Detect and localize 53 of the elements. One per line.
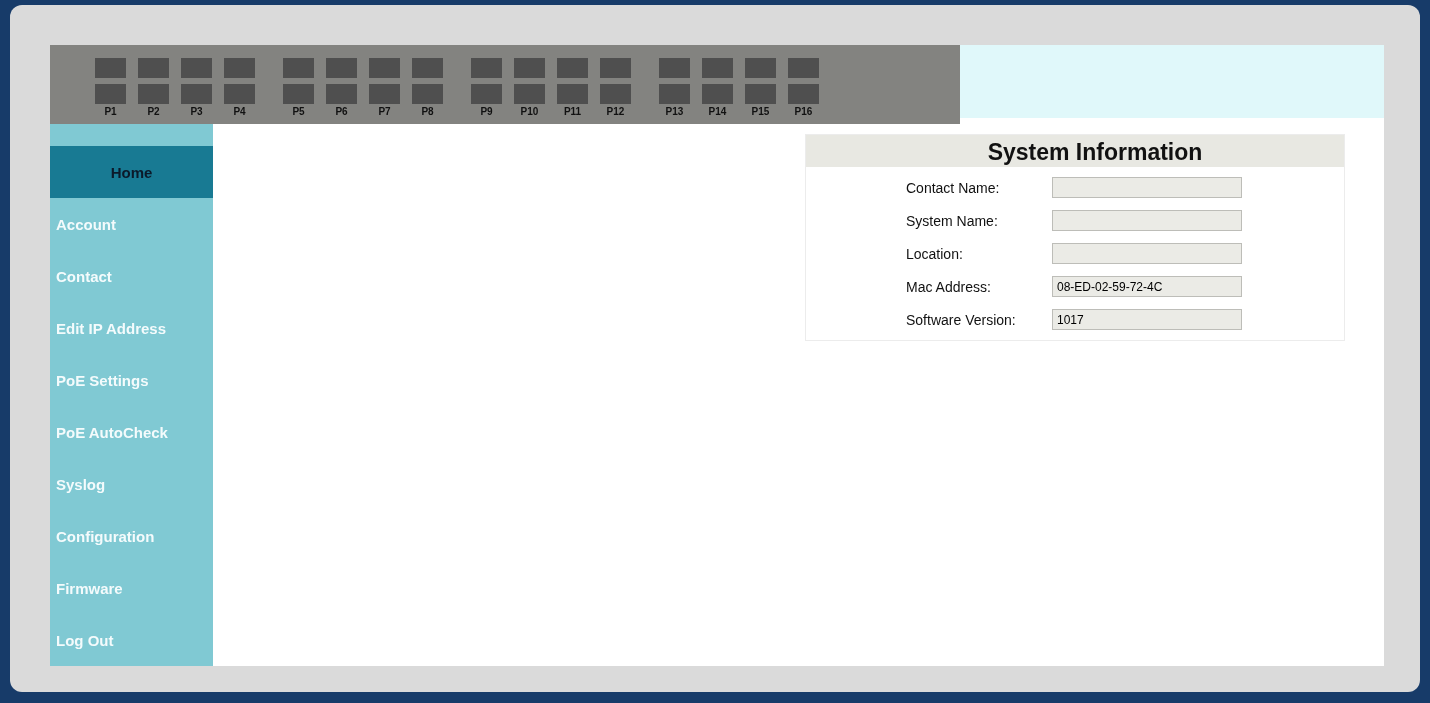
input-field[interactable] [1052, 243, 1242, 264]
port-label: P14 [708, 106, 727, 117]
port-icon[interactable] [138, 58, 169, 104]
port-label: P13 [665, 106, 684, 117]
port-label: P9 [480, 106, 493, 117]
port-icon[interactable] [745, 58, 776, 104]
nav-item[interactable]: PoE AutoCheck [50, 406, 213, 458]
nav-item[interactable]: Syslog [50, 458, 213, 510]
port-icon[interactable] [224, 58, 255, 104]
field-label: Location: [906, 245, 964, 262]
port-label: P3 [190, 106, 203, 117]
port-icon[interactable] [702, 58, 733, 104]
port-label: P16 [794, 106, 813, 117]
field-label: Mac Address: [906, 278, 992, 295]
port-icon[interactable] [600, 58, 631, 104]
port-label: P11 [563, 106, 582, 117]
port-icon[interactable] [181, 58, 212, 104]
port-label: P1 [104, 106, 117, 117]
port-label: P12 [606, 106, 625, 117]
port-icon[interactable] [471, 58, 502, 104]
port-icon[interactable] [369, 58, 400, 104]
port-label: P2 [147, 106, 160, 117]
port-icon[interactable] [557, 58, 588, 104]
nav-item[interactable]: PoE Settings [50, 354, 213, 406]
nav-item[interactable]: Edit IP Address [50, 302, 213, 354]
nav-item[interactable]: Log Out [50, 614, 213, 666]
port-label: P7 [378, 106, 391, 117]
port-icon[interactable] [326, 58, 357, 104]
nav-item[interactable]: Home [50, 146, 213, 198]
nav-item[interactable]: Configuration [50, 510, 213, 562]
port-label: P6 [335, 106, 348, 117]
field-label: System Name: [906, 212, 999, 229]
port-label: P5 [292, 106, 305, 117]
port-icon[interactable] [659, 58, 690, 104]
port-label: P10 [520, 106, 539, 117]
input-field[interactable]: 1017 [1052, 309, 1242, 330]
nav-item[interactable]: Account [50, 198, 213, 250]
port-icon[interactable] [788, 58, 819, 104]
panel-title: System Information [806, 135, 1344, 167]
field-label: Contact Name: [906, 179, 1001, 196]
nav-item[interactable]: Firmware [50, 562, 213, 614]
port-label: P15 [751, 106, 770, 117]
port-label: P8 [421, 106, 434, 117]
port-label: P4 [233, 106, 246, 117]
port-icon[interactable] [95, 58, 126, 104]
field-label: Software Version: [906, 311, 1017, 328]
port-icon[interactable] [412, 58, 443, 104]
port-icon[interactable] [514, 58, 545, 104]
nav-item[interactable]: Contact [50, 250, 213, 302]
port-icon[interactable] [283, 58, 314, 104]
input-field[interactable] [1052, 210, 1242, 231]
input-field[interactable] [1052, 177, 1242, 198]
input-field[interactable]: 08-ED-02-59-72-4C [1052, 276, 1242, 297]
